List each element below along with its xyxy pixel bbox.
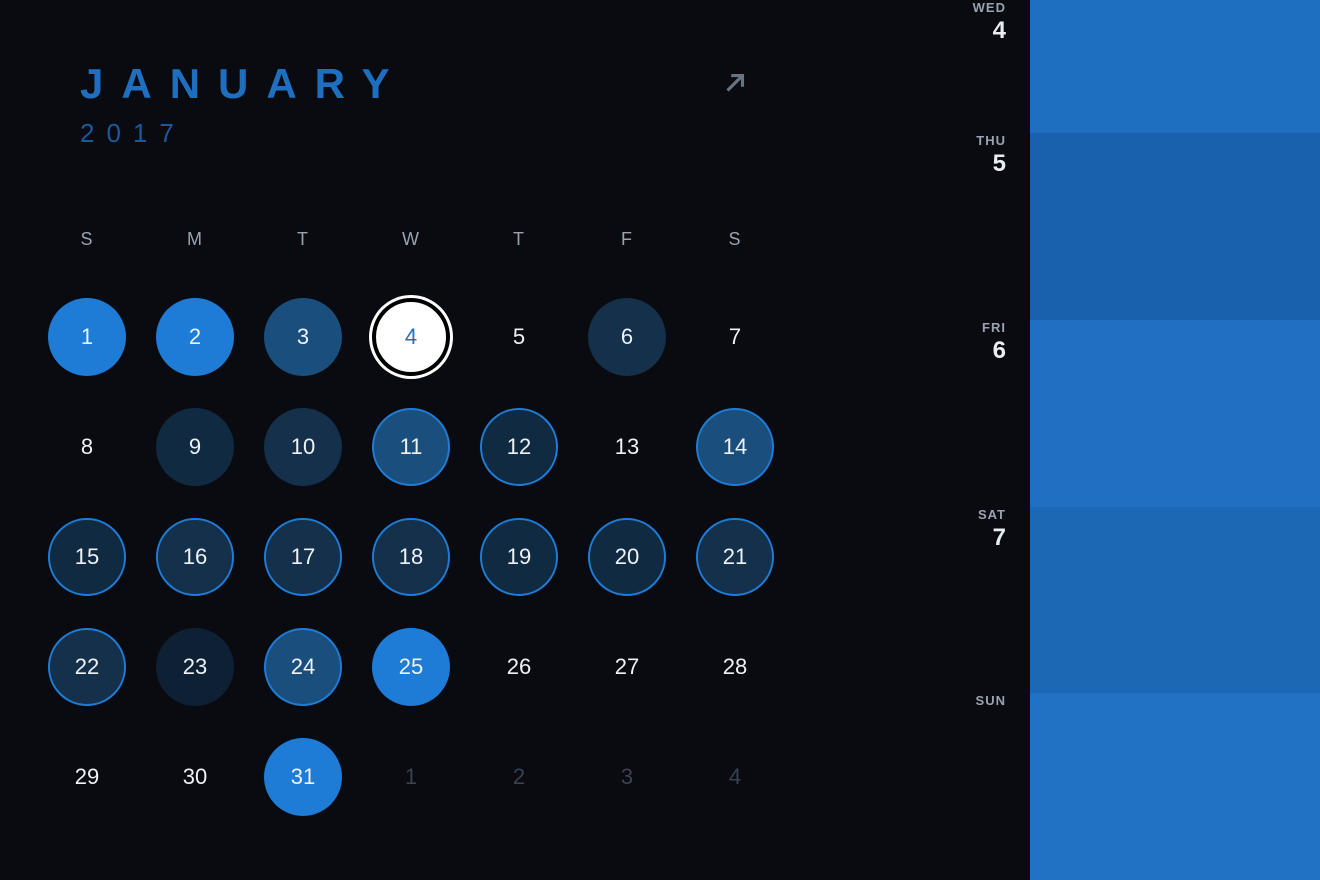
agenda-day-label: WED 4 — [973, 0, 1016, 45]
day-cell[interactable]: 22 — [48, 628, 126, 706]
day-cell[interactable]: 21 — [696, 518, 774, 596]
agenda-day-number: 6 — [982, 337, 1006, 365]
day-cell[interactable]: 5 — [480, 298, 558, 376]
agenda-day-number: 4 — [973, 17, 1006, 45]
weekday-header-row: S M T W T F S — [48, 229, 1030, 250]
weekday-sat: S — [696, 229, 774, 250]
agenda-day-label: SAT 7 — [978, 507, 1016, 552]
day-cell[interactable]: 25 — [372, 628, 450, 706]
agenda-day-label: SUN — [976, 693, 1016, 710]
day-cell[interactable]: 6 — [588, 298, 666, 376]
year-title: 2017 — [80, 118, 1030, 149]
day-cell[interactable]: 2 — [156, 298, 234, 376]
day-cell[interactable]: 1 — [48, 298, 126, 376]
agenda-day-number: 5 — [976, 150, 1006, 178]
agenda-day-number: 7 — [978, 524, 1006, 552]
day-cell[interactable]: 24 — [264, 628, 342, 706]
weekday-tue: T — [264, 229, 342, 250]
month-title: January — [80, 60, 1030, 108]
agenda-day-label: THU 5 — [976, 133, 1016, 178]
arrow-up-right-icon[interactable] — [720, 68, 750, 103]
day-cell[interactable]: 31 — [264, 738, 342, 816]
week-row: 29 30 31 1234 — [48, 738, 1030, 816]
day-cell[interactable]: 10 — [264, 408, 342, 486]
day-cell[interactable]: 17 — [264, 518, 342, 596]
agenda-event-fill[interactable] — [1030, 133, 1320, 320]
agenda-pane: WED4THU5FRI6SAT7SUN — [1030, 0, 1320, 880]
week-row: 15 16 17 18 19 20 21 — [48, 518, 1030, 596]
day-cell[interactable]: 9 — [156, 408, 234, 486]
agenda-weekday-abbr: SUN — [976, 693, 1006, 708]
day-cell[interactable]: 11 — [372, 408, 450, 486]
title-block: January 2017 — [48, 60, 1030, 149]
agenda-weekday-abbr: THU — [976, 133, 1006, 148]
weekday-wed: W — [372, 229, 450, 250]
day-cell[interactable]: 12 — [480, 408, 558, 486]
week-row: 1234567 — [48, 298, 1030, 376]
day-cell[interactable]: 15 — [48, 518, 126, 596]
agenda-weekday-abbr: WED — [973, 0, 1006, 15]
day-cell: 1 — [372, 738, 450, 816]
weekday-thu: T — [480, 229, 558, 250]
day-cell: 3 — [588, 738, 666, 816]
agenda-weekday-abbr: FRI — [982, 320, 1006, 335]
agenda-day-label: FRI 6 — [982, 320, 1016, 365]
agenda-day[interactable]: THU5 — [1030, 133, 1320, 320]
day-cell[interactable]: 27 — [588, 628, 666, 706]
month-pane: January 2017 S M T W T F S 1234567891011… — [0, 0, 1030, 880]
day-cell[interactable]: 16 — [156, 518, 234, 596]
calendar-app: January 2017 S M T W T F S 1234567891011… — [0, 0, 1320, 880]
day-cell[interactable]: 23 — [156, 628, 234, 706]
day-cell[interactable]: 13 — [588, 408, 666, 486]
agenda-event-fill[interactable] — [1030, 320, 1320, 507]
agenda-event-fill[interactable] — [1030, 507, 1320, 694]
week-row: 22 23 24 25 26 27 28 — [48, 628, 1030, 706]
agenda-day[interactable]: FRI6 — [1030, 320, 1320, 507]
weekday-fri: F — [588, 229, 666, 250]
day-cell[interactable]: 7 — [696, 298, 774, 376]
day-cell: 2 — [480, 738, 558, 816]
day-cell[interactable]: 29 — [48, 738, 126, 816]
agenda-weekday-abbr: SAT — [978, 507, 1006, 522]
agenda-day[interactable]: SUN — [1030, 693, 1320, 880]
day-cell[interactable]: 30 — [156, 738, 234, 816]
agenda-event-fill[interactable] — [1030, 0, 1320, 133]
month-grid: S M T W T F S 12345678910111213141516171… — [48, 229, 1030, 816]
day-cell[interactable]: 8 — [48, 408, 126, 486]
day-cell[interactable]: 14 — [696, 408, 774, 486]
agenda-day[interactable]: WED4 — [1030, 0, 1320, 133]
day-cell[interactable]: 3 — [264, 298, 342, 376]
day-cell: 4 — [696, 738, 774, 816]
day-cell[interactable]: 20 — [588, 518, 666, 596]
agenda-day[interactable]: SAT7 — [1030, 507, 1320, 694]
weekday-sun: S — [48, 229, 126, 250]
week-row: 89 10 11 12 13 14 — [48, 408, 1030, 486]
weekday-mon: M — [156, 229, 234, 250]
day-cell[interactable]: 19 — [480, 518, 558, 596]
agenda-event-fill[interactable] — [1030, 693, 1320, 880]
day-cell[interactable]: 18 — [372, 518, 450, 596]
day-cell[interactable]: 26 — [480, 628, 558, 706]
day-cell[interactable]: 28 — [696, 628, 774, 706]
day-cell[interactable]: 4 — [372, 298, 450, 376]
